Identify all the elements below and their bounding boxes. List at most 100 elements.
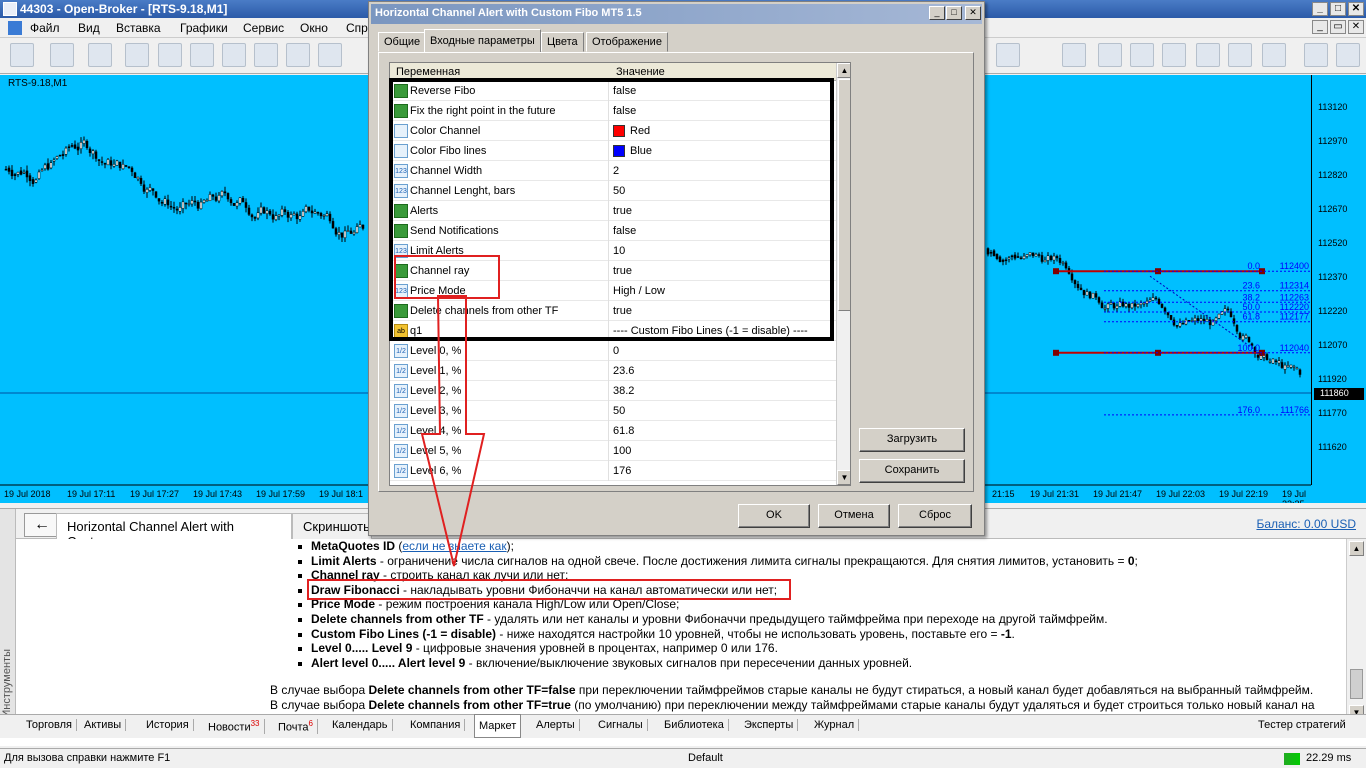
tester-icon[interactable]: [286, 43, 310, 67]
cancel-button[interactable]: Отмена: [818, 504, 890, 528]
tab-10[interactable]: Сигналы: [594, 719, 648, 731]
tab-screenshots[interactable]: Скриншоты: [292, 513, 372, 539]
tab-3[interactable]: История: [142, 719, 194, 731]
price-label: 112370: [1318, 272, 1348, 282]
tab-1[interactable]: Торговля: [22, 719, 77, 731]
scroll-up-icon[interactable]: ▲: [1349, 541, 1364, 556]
param-value[interactable]: 61.8: [613, 425, 634, 437]
bullet: [298, 545, 302, 549]
menu-view[interactable]: Вид: [78, 21, 100, 35]
shapes-icon[interactable]: [1228, 43, 1252, 67]
param-value[interactable]: 23.6: [613, 365, 634, 377]
tab-product[interactable]: Horizontal Channel Alert with Custo...: [56, 513, 292, 549]
tab-2[interactable]: Активы: [80, 719, 127, 731]
product-description: MetaQuotes ID (если не знаете как); Limit…: [16, 539, 1346, 723]
menu-file[interactable]: Файл: [30, 21, 60, 35]
dialog-maximize-button[interactable]: □: [946, 6, 962, 20]
ok-button[interactable]: OK: [738, 504, 810, 528]
grid-scroll-thumb[interactable]: [838, 79, 850, 311]
chat-icon[interactable]: [1336, 43, 1360, 67]
child-minimize-button[interactable]: _: [1312, 20, 1328, 34]
maximize-button[interactable]: □: [1330, 2, 1346, 16]
param-value[interactable]: 50: [613, 405, 625, 417]
trendline-icon[interactable]: [1098, 43, 1122, 67]
toolbox-sidebar-label: Инструменты: [1, 649, 13, 718]
current-price-label: 111860: [1314, 387, 1364, 400]
tab-6[interactable]: Календарь: [328, 719, 393, 731]
grid-scroll-up-icon[interactable]: ▲: [837, 63, 850, 78]
data-window-icon[interactable]: [254, 43, 278, 67]
time-label: 19 Jul 2018: [4, 489, 51, 499]
tab-7[interactable]: Компания: [406, 719, 466, 731]
search-icon[interactable]: [1304, 43, 1328, 67]
fibo-icon[interactable]: [1162, 43, 1186, 67]
price-label: 112220: [1318, 306, 1348, 316]
param-value[interactable]: 38.2: [613, 385, 634, 397]
toolbox-sidebar: Инструменты: [0, 509, 16, 723]
dbl-type-icon: 1/2: [394, 444, 408, 458]
text-icon[interactable]: [1196, 43, 1220, 67]
tab-colors[interactable]: Цвета: [541, 32, 584, 52]
paragraph-false: В случае выбора Delete channels from oth…: [270, 683, 1314, 697]
param-value[interactable]: 100: [613, 445, 631, 457]
periods-icon[interactable]: [1262, 43, 1286, 67]
navigator-icon[interactable]: [190, 43, 214, 67]
market-watch-icon[interactable]: [88, 43, 112, 67]
child-restore-button[interactable]: ▭: [1330, 20, 1346, 34]
tab-strategy-tester[interactable]: Тестер стратегий: [1254, 719, 1350, 731]
scroll-thumb[interactable]: [1350, 669, 1363, 699]
tab-13[interactable]: Журнал: [810, 719, 860, 731]
time-label: 21:15: [992, 489, 1015, 499]
minimize-button[interactable]: _: [1312, 2, 1328, 16]
column-divider: [608, 381, 609, 401]
tab-inputs[interactable]: Входные параметры: [424, 29, 541, 53]
tools-icon[interactable]: [158, 43, 182, 67]
close-button[interactable]: ✕: [1348, 2, 1364, 16]
tab-11[interactable]: Библиотека: [660, 719, 729, 731]
tab-12[interactable]: Эксперты: [740, 719, 799, 731]
menu-window[interactable]: Окно: [300, 21, 328, 35]
horizontal-line-icon[interactable]: [1062, 43, 1086, 67]
tab-display[interactable]: Отображение: [586, 32, 668, 52]
dbl-type-icon: 1/2: [394, 404, 408, 418]
bullet: [298, 661, 302, 666]
save-button[interactable]: Сохранить: [859, 459, 965, 483]
dialog-close-button[interactable]: ✕: [965, 6, 981, 20]
description-scrollbar[interactable]: ▲ ▼: [1346, 539, 1366, 723]
load-button[interactable]: Загрузить: [859, 428, 965, 452]
grid-scrollbar[interactable]: ▲ ▼: [836, 63, 850, 485]
header-variable: Переменная: [396, 66, 461, 78]
dialog-minimize-button[interactable]: _: [929, 6, 945, 20]
time-label: 19 Jul 22:03: [1156, 489, 1206, 499]
child-close-button[interactable]: ✕: [1348, 20, 1364, 34]
tab-common[interactable]: Общие: [378, 32, 427, 52]
menu-tools[interactable]: Сервис: [243, 21, 284, 35]
param-value[interactable]: 0: [613, 345, 619, 357]
bullet: [298, 632, 302, 637]
signals-icon[interactable]: [318, 43, 342, 67]
tab-4[interactable]: Новости33: [204, 719, 265, 734]
chart-menu-icon[interactable]: [8, 21, 22, 35]
tab-9[interactable]: Алерты: [532, 719, 580, 731]
menu-help[interactable]: Спр: [346, 21, 368, 35]
terminal-icon[interactable]: [222, 43, 246, 67]
menu-charts[interactable]: Графики: [180, 21, 228, 35]
tab-5[interactable]: Почта6: [274, 719, 318, 734]
tab-8[interactable]: Маркет: [474, 714, 522, 738]
algo-trading-icon[interactable]: [125, 43, 149, 67]
grid-scroll-down-icon[interactable]: ▼: [837, 470, 850, 485]
crosshair-icon[interactable]: [996, 43, 1020, 67]
profiles-icon[interactable]: [50, 43, 74, 67]
tab-label: Эксперты: [744, 719, 794, 731]
menu-insert[interactable]: Вставка: [116, 21, 161, 35]
tab-label: История: [146, 719, 189, 731]
balance-link[interactable]: Баланс: 0.00 USD: [1256, 517, 1356, 531]
price-label: 111920: [1318, 374, 1347, 384]
time-label: 19 Jul 22:35: [1282, 489, 1307, 503]
param-value[interactable]: 176: [613, 465, 631, 477]
back-arrow-icon[interactable]: ←: [24, 513, 60, 537]
new-chart-icon[interactable]: [10, 43, 34, 67]
reset-button[interactable]: Сброс: [898, 504, 972, 528]
time-label: 19 Jul 17:59: [256, 489, 306, 499]
channel-icon[interactable]: [1130, 43, 1154, 67]
